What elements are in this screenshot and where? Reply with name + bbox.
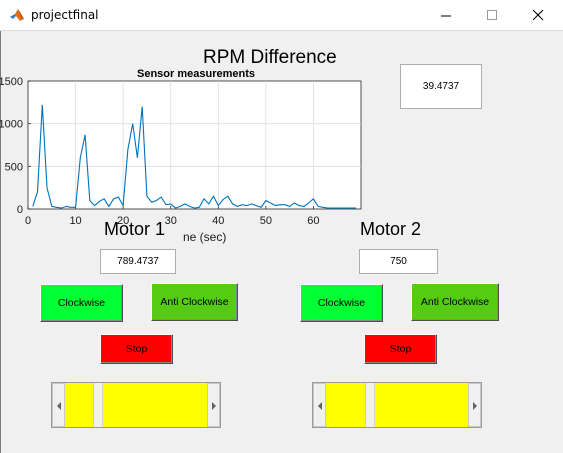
motor1-rpm-value: 789.4737 — [100, 249, 176, 274]
arrow-left-icon — [318, 402, 322, 410]
plot-area — [27, 80, 362, 210]
close-icon — [533, 10, 544, 21]
arrow-right-icon — [473, 402, 477, 410]
motor2-slider-decrement[interactable] — [313, 383, 326, 427]
window-title: projectfinal — [31, 8, 99, 22]
x-tick-label: 40 — [212, 215, 224, 227]
motor2-stop-button[interactable]: Stop — [364, 334, 437, 364]
x-tick-label: 10 — [69, 215, 81, 227]
motor1-title: Motor 1 — [104, 219, 166, 239]
motor1-anticlockwise-button[interactable]: Anti Clockwise — [151, 283, 238, 321]
rpm-difference-title: RPM Difference — [203, 47, 337, 68]
rpm-difference-value: 39.4737 — [400, 64, 482, 109]
y-tick-label: 0 — [17, 204, 23, 216]
motor2-speed-slider[interactable] — [312, 382, 482, 428]
motor2-clockwise-button[interactable]: Clockwise — [300, 284, 383, 322]
y-tick-label: 1500 — [0, 76, 23, 88]
maximize-button[interactable] — [469, 0, 515, 31]
x-tick-label: 30 — [165, 215, 177, 227]
motor1-stop-button[interactable]: Stop — [100, 334, 173, 364]
x-axis-label: ne (sec) — [183, 230, 226, 244]
motor2-rpm-value: 750 — [359, 249, 438, 274]
chart-title: Sensor measurements — [137, 68, 255, 80]
arrow-right-icon — [212, 402, 216, 410]
close-button[interactable] — [515, 0, 561, 31]
motor1-clockwise-button[interactable]: Clockwise — [40, 284, 123, 322]
x-tick-label: 0 — [25, 215, 31, 227]
arrow-left-icon — [57, 402, 61, 410]
title-bar: projectfinal — [0, 0, 563, 31]
x-tick-label: 50 — [260, 215, 272, 227]
motor2-slider-thumb[interactable] — [365, 383, 375, 427]
minimize-button[interactable] — [423, 0, 469, 31]
minimize-icon — [441, 15, 451, 17]
y-tick-label: 500 — [5, 161, 23, 173]
motor1-slider-decrement[interactable] — [52, 383, 65, 427]
motor1-slider-increment[interactable] — [207, 383, 220, 427]
motor1-speed-slider[interactable] — [51, 382, 221, 428]
matlab-icon — [10, 9, 24, 21]
x-tick-label: 60 — [307, 215, 319, 227]
maximize-icon — [487, 10, 497, 20]
motor2-slider-increment[interactable] — [468, 383, 481, 427]
motor2-title: Motor 2 — [360, 219, 422, 239]
y-tick-label: 1000 — [0, 119, 23, 131]
motor2-anticlockwise-button[interactable]: Anti Clockwise — [411, 283, 499, 321]
motor1-slider-thumb[interactable] — [93, 383, 103, 427]
